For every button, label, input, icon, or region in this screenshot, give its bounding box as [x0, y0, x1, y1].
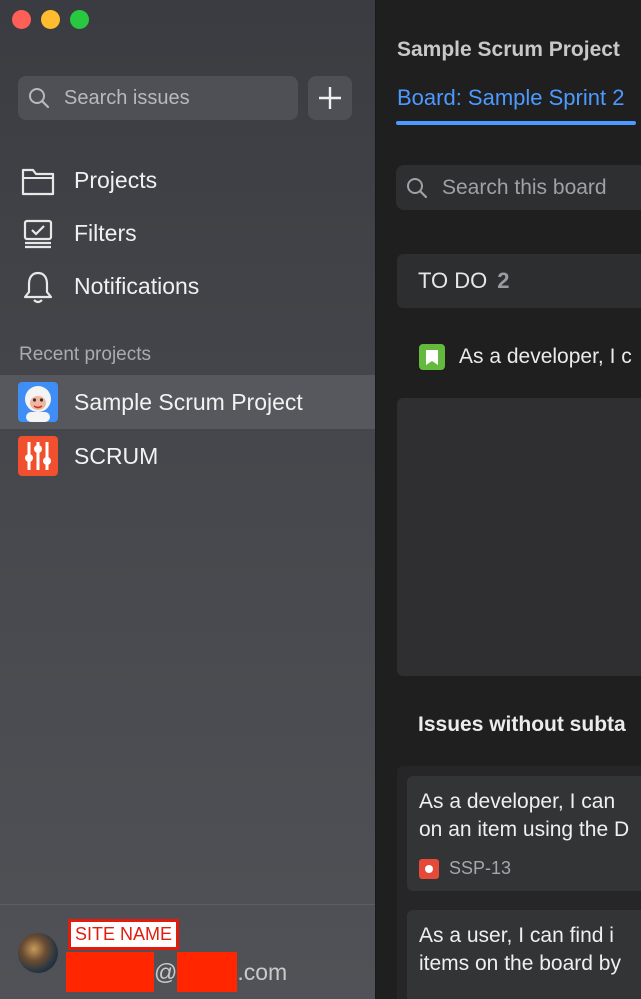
story-row[interactable]: As a developer, I c: [419, 344, 632, 370]
board-panel: Sample Scrum Project Board: Sample Sprin…: [377, 0, 641, 999]
sidebar-item-notifications[interactable]: Notifications: [20, 260, 199, 313]
recent-project-label: Sample Scrum Project: [74, 388, 303, 415]
redacted-block: [177, 952, 238, 992]
plus-icon: [319, 87, 341, 109]
create-issue-button[interactable]: [308, 76, 352, 120]
issue-summary-line: As a user, I can find i: [419, 924, 614, 947]
issue-key: SSP-13: [449, 858, 512, 878]
sidebar-item-label: Filters: [74, 220, 137, 246]
search-icon: [407, 177, 428, 198]
issue-key-row: SSP-13: [419, 858, 641, 879]
sliders-avatar-icon: [18, 436, 58, 476]
story-title: As a developer, I c: [459, 345, 632, 368]
account-email: @ .com: [66, 951, 287, 993]
issues-without-subtasks-heading: Issues without subta: [418, 713, 626, 736]
email-at: @: [154, 958, 178, 985]
board-search-placeholder: Search this board: [442, 175, 607, 199]
search-issues-placeholder: Search issues: [64, 86, 190, 109]
issue-card[interactable]: As a user, I can find i items on the boa…: [407, 910, 641, 999]
recent-project-sample-scrum[interactable]: Sample Scrum Project: [0, 375, 375, 429]
sidebar: Search issues Projects Filters Notificat…: [0, 0, 376, 999]
zoom-window-button[interactable]: [70, 10, 89, 29]
folder-icon: [20, 163, 56, 199]
issue-summary-line: As a developer, I can: [419, 790, 616, 813]
bug-icon: [419, 858, 439, 879]
filters-icon: [20, 216, 56, 252]
sidebar-item-label: Notifications: [74, 273, 200, 299]
column-header-todo[interactable]: TO DO 2: [397, 254, 641, 308]
issue-summary-line: on an item using the D: [419, 818, 630, 841]
tab-board[interactable]: Board: Sample Sprint 2: [397, 85, 624, 111]
page-title: Sample Scrum Project: [397, 38, 620, 61]
account-footer[interactable]: SITE NAME @ .com: [0, 904, 375, 999]
sidebar-search-row: Search issues: [18, 76, 352, 120]
search-icon: [29, 88, 50, 109]
minimize-window-button[interactable]: [41, 10, 60, 29]
issue-summary-line: items on the board by: [419, 952, 621, 975]
issue-card[interactable]: As a developer, I can on an item using t…: [407, 776, 641, 891]
email-suffix: .com: [237, 958, 288, 985]
sidebar-item-label: Projects: [74, 167, 158, 193]
story-subtasks-area: [397, 398, 641, 676]
sidebar-item-projects[interactable]: Projects: [20, 154, 199, 207]
site-name-label: SITE NAME: [68, 919, 180, 950]
bell-icon: [20, 269, 56, 305]
redacted-block: [66, 952, 154, 992]
column-name: TO DO: [418, 268, 488, 293]
close-window-button[interactable]: [12, 10, 31, 29]
issues-list: As a developer, I can on an item using t…: [397, 766, 641, 999]
active-tab-indicator: [396, 121, 636, 125]
window-controls: [12, 10, 89, 29]
story-icon: [419, 344, 445, 370]
sidebar-item-filters[interactable]: Filters: [20, 207, 199, 260]
column-count: 2: [497, 268, 510, 293]
avatar[interactable]: [18, 933, 58, 973]
sidebar-nav: Projects Filters Notifications: [20, 154, 199, 313]
board-search-input[interactable]: Search this board: [396, 165, 641, 210]
recent-project-scrum[interactable]: SCRUM: [0, 429, 375, 483]
recent-projects-heading: Recent projects: [19, 344, 152, 365]
recent-projects-list: Sample Scrum Project SCRUM: [0, 375, 375, 483]
search-issues-input[interactable]: Search issues: [18, 76, 298, 120]
recent-project-label: SCRUM: [74, 442, 159, 469]
yeti-avatar-icon: [18, 382, 58, 422]
